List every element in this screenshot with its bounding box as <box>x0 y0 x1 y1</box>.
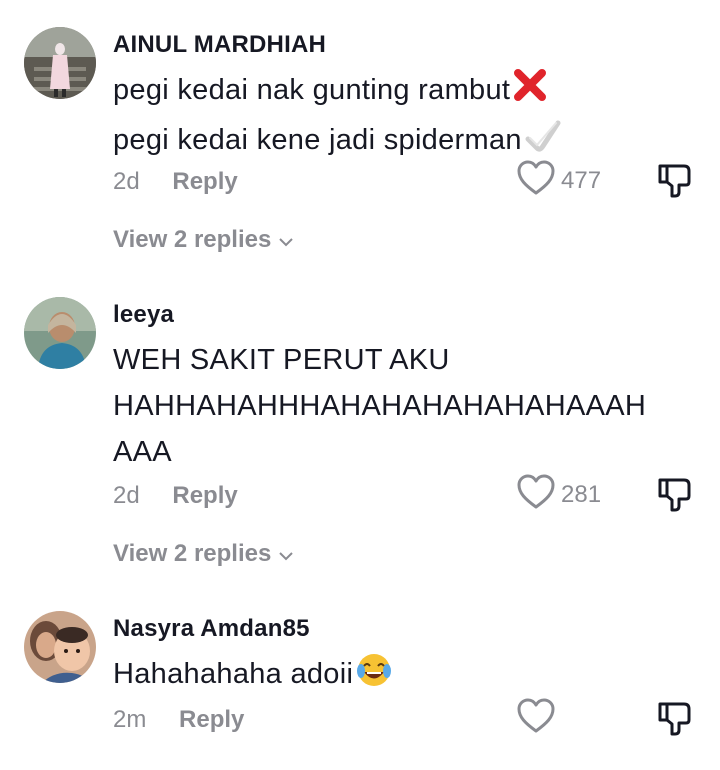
view-replies-button[interactable]: View 2 replies <box>113 226 294 254</box>
comment-line: HAHHAHAHHHAHAHAHAHAHAHAAAH <box>113 390 647 422</box>
like-count: 281 <box>561 480 602 508</box>
chevron-down-icon <box>271 540 294 568</box>
cross-mark-emoji-icon <box>512 67 548 117</box>
thumbs-down-icon[interactable] <box>657 478 693 516</box>
thumbs-down-icon[interactable] <box>657 702 693 740</box>
comment-text: Hahahahaha adoii <box>113 651 703 703</box>
timestamp: 2m <box>113 706 147 733</box>
avatar[interactable] <box>24 27 96 99</box>
avatar[interactable] <box>24 611 96 683</box>
comment-meta: 2d Reply <box>113 168 238 196</box>
like-count: 477 <box>561 166 602 194</box>
comment-text: WEH SAKIT PERUT AKU HAHHAHAHHHAHAHAHAHAH… <box>113 337 703 475</box>
comment-text: pegi kedai nak gunting rambut pegi kedai… <box>113 67 703 169</box>
reply-button[interactable]: Reply <box>179 706 244 734</box>
like-button[interactable] <box>517 698 561 739</box>
comment-line: WEH SAKIT PERUT AKU <box>113 344 450 376</box>
comment-meta: 2d Reply <box>113 482 238 510</box>
tears-of-joy-emoji-icon <box>355 651 393 703</box>
dislike-button[interactable] <box>657 700 693 741</box>
comment-line: AAA <box>113 436 172 468</box>
view-replies-label: View 2 replies <box>113 226 272 253</box>
view-replies-label: View 2 replies <box>113 540 272 567</box>
thumbs-down-icon[interactable] <box>657 164 693 202</box>
heart-icon[interactable] <box>517 160 555 201</box>
timestamp: 2d <box>113 482 140 509</box>
username[interactable]: Nasyra Amdan85 <box>113 615 310 643</box>
heart-icon[interactable] <box>517 698 555 739</box>
comment-line: Hahahahaha adoii <box>113 658 354 690</box>
heart-icon[interactable] <box>517 474 555 515</box>
dislike-button[interactable] <box>657 162 693 203</box>
reply-button[interactable]: Reply <box>172 482 237 510</box>
avatar[interactable] <box>24 297 96 369</box>
view-replies-button[interactable]: View 2 replies <box>113 540 294 568</box>
timestamp: 2d <box>113 168 140 195</box>
like-button[interactable]: 281 <box>517 474 601 515</box>
reply-button[interactable]: Reply <box>172 168 237 196</box>
username[interactable]: AINUL MARDHIAH <box>113 31 326 59</box>
username[interactable]: leeya <box>113 301 174 329</box>
comment-line: pegi kedai nak gunting rambut <box>113 74 511 106</box>
comment-line: pegi kedai kene jadi spiderman <box>113 124 522 156</box>
like-button[interactable]: 477 <box>517 160 601 201</box>
chevron-down-icon <box>271 226 294 254</box>
comment-meta: 2m Reply <box>113 706 244 734</box>
dislike-button[interactable] <box>657 476 693 517</box>
